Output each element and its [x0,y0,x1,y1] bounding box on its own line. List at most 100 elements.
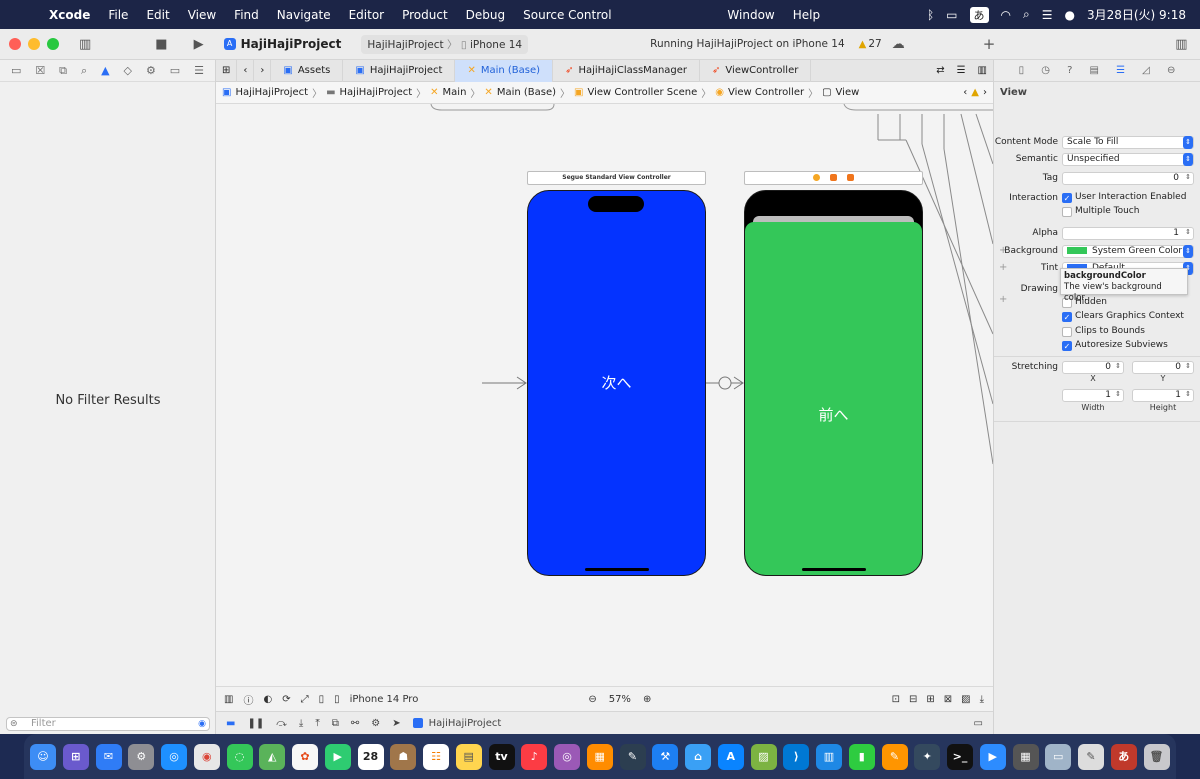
document-outline-icon[interactable]: ▥ [224,694,233,705]
spotlight-icon[interactable]: ⌕ [1023,7,1030,22]
clips-bounds-checkbox[interactable] [1062,327,1072,337]
keynote-icon[interactable]: ▥ [816,743,842,770]
zoom-in-icon[interactable]: ⊕ [643,694,651,705]
filter-options-icon[interactable]: ◉ [198,718,206,730]
attributes-inspector-icon[interactable]: ☰ [1116,65,1125,76]
stretch-height-stepper[interactable]: 1 ⇕ [1132,389,1194,402]
navigator-filter-field[interactable]: ⊜ Filter ◉ [6,717,210,731]
stepper-arrows-icon-5[interactable]: ⇕ [1115,389,1121,400]
menu-file[interactable]: File [99,8,137,22]
identity-inspector-icon[interactable]: ▤ [1090,65,1099,76]
pause-icon[interactable]: ❚❚ [247,718,264,729]
align-icon[interactable]: ⊟ [909,694,917,705]
clears-graphics-checkbox[interactable]: ✓ [1062,312,1072,322]
report-icon[interactable]: ☰ [194,64,204,77]
stop-icon[interactable]: ■ [155,37,167,52]
add-library-icon[interactable]: + [983,35,996,53]
jump-scene[interactable]: View Controller Scene [587,87,697,98]
run-icon[interactable]: ▶ [194,37,204,52]
control-center-icon[interactable]: ☰ [1042,8,1053,22]
jump-main-base[interactable]: Main (Base) [497,87,556,98]
rotate-icon[interactable]: ⤢ [301,694,309,705]
help-inspector-icon[interactable]: ? [1067,65,1072,76]
menu-help[interactable]: Help [784,8,829,22]
editor-app-icon[interactable]: ▨ [750,743,777,770]
console-toggle-icon[interactable]: ▭ [974,718,983,729]
accessibility-icon[interactable]: ⓘ [243,692,253,707]
memory-graph-icon[interactable]: ⚯ [351,718,359,729]
menu-clock[interactable]: 3月28日(火) 9:18 [1087,6,1186,23]
warning-count[interactable]: 27 [868,38,881,50]
segue-icon[interactable] [718,376,732,390]
stepper-arrows-icon-3[interactable]: ⇕ [1115,361,1121,372]
debug-nav-icon[interactable]: ⚙ [146,64,156,77]
layout-icon[interactable]: ▯ [319,694,325,705]
menu-editor[interactable]: Editor [340,8,394,22]
resolve-issues-icon[interactable]: ⊠ [944,694,952,705]
launchpad-icon[interactable]: ⊞ [62,743,89,770]
menu-window[interactable]: Window [718,8,783,22]
wifi-icon[interactable]: ◠ [1001,8,1011,22]
editor-options-icon[interactable]: ☰ [951,60,972,82]
mail-icon[interactable]: ✉ [95,743,122,770]
safari-icon[interactable]: ◎ [161,743,187,770]
scene-dock-bar[interactable] [744,171,923,185]
menu-source-control[interactable]: Source Control [514,8,620,22]
reminders-icon[interactable]: ☷ [423,743,449,770]
menu-debug[interactable]: Debug [457,8,514,22]
jump-group[interactable]: HajiHajiProject [340,87,413,98]
source-control-icon[interactable]: ☒ [35,64,45,77]
zoom-out-icon[interactable]: ⊖ [588,694,596,705]
inspector-toggle-icon[interactable]: ▥ [1175,37,1187,52]
device-name[interactable]: iPhone 14 Pro [350,694,419,705]
app-store-icon[interactable]: A [717,743,744,770]
zoom-level[interactable]: 57% [609,694,631,705]
back-icon[interactable]: ‹ [237,59,255,82]
stretch-width-stepper[interactable]: 1 ⇕ [1062,389,1124,402]
textedit-icon[interactable]: ✎ [1078,743,1104,770]
background-color-popup[interactable]: System Green Color ⇕ [1062,245,1194,258]
messages-icon[interactable]: ◌ [226,743,253,770]
siri-icon[interactable]: ● [1064,8,1074,22]
debug-area-toggle-icon[interactable]: ⤓ [980,694,984,705]
facetime-icon[interactable]: ▶ [324,743,351,770]
battery-icon[interactable]: ▭ [946,8,957,22]
test-icon[interactable]: ◇ [124,64,132,77]
debug-area-icon[interactable]: ▬ [226,718,235,729]
menu-navigate[interactable]: Navigate [268,8,340,22]
tab-class-manager[interactable]: ➶ HajiHajiClassManager [553,59,701,82]
connections-inspector-icon[interactable]: ⊖ [1167,65,1175,76]
terminal-icon[interactable]: >_ [947,743,973,770]
stretch-y-stepper[interactable]: 0 ⇕ [1132,361,1194,374]
multiple-touch-checkbox[interactable] [1062,207,1072,217]
symbol-icon[interactable]: ⧉ [59,64,67,78]
menu-find[interactable]: Find [225,8,268,22]
jump-main[interactable]: Main [443,87,467,98]
menu-view[interactable]: View [179,8,225,22]
notes-icon[interactable]: ▤ [455,743,482,770]
calculator-icon[interactable]: ▦ [1012,743,1039,770]
stepper-arrows-icon-6[interactable]: ⇕ [1185,389,1191,400]
chrome-icon[interactable]: ◉ [193,743,220,770]
related-items-icon[interactable]: ⇄ [930,60,950,82]
photos-icon[interactable]: ✿ [292,743,318,770]
jump-next-issue-icon[interactable]: › [983,87,993,98]
tab-view-controller[interactable]: ➶ ViewController [700,59,812,82]
podcasts-icon[interactable]: ◎ [554,743,580,770]
dictionary-icon[interactable]: あ [1110,743,1137,770]
bluetooth-icon[interactable]: ᛒ [927,8,934,22]
split-editor-icon[interactable]: ▥ [972,60,993,82]
minimize-window-button[interactable] [28,38,40,50]
back-button-label[interactable]: 前へ [745,404,922,425]
tab-project[interactable]: ▣ HajiHajiProject [343,59,456,82]
folder-icon[interactable]: ▭ [11,64,21,77]
menu-product[interactable]: Product [393,8,457,22]
update-frames-icon[interactable]: ⊡ [892,694,900,705]
calendar-icon[interactable]: 28 [357,743,384,770]
numbers-icon[interactable]: ▮ [848,743,875,770]
simulator-icon[interactable]: ⌂ [685,743,711,770]
jump-project[interactable]: HajiHajiProject [235,87,308,98]
view-debugger-icon[interactable]: ⧉ [332,718,339,729]
step-in-icon[interactable]: ⤓ [299,718,303,729]
stretch-x-stepper[interactable]: 0 ⇕ [1062,361,1124,374]
